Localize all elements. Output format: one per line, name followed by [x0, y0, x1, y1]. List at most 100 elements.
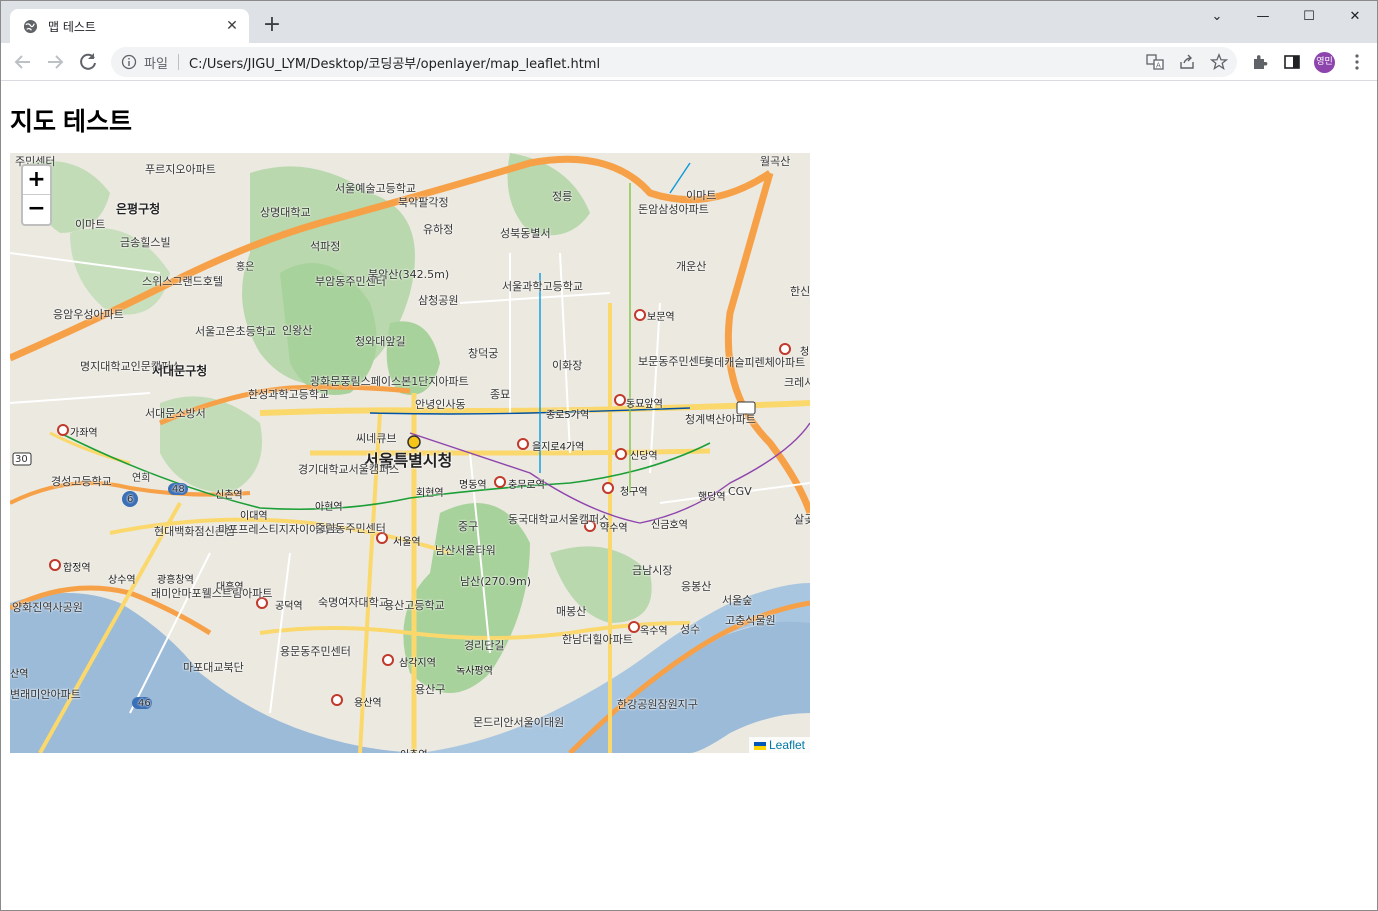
- map-label: 충무로역: [508, 480, 545, 491]
- page-heading: 지도 테스트: [10, 108, 132, 136]
- map-label: 청계벽산아파트: [685, 413, 756, 426]
- map-label: 개운산: [676, 260, 707, 273]
- map-label: 크레셔: [784, 376, 810, 389]
- map-label: 숙명여자대학교: [318, 596, 389, 609]
- map-label: 신촌역: [215, 490, 243, 501]
- browser-window: 맵 테스트 ✕ + ⌄ — ☐ ✕ 파일 C:/Users/JIGU_LYM/D…: [0, 0, 1378, 911]
- map-label: 보문역: [647, 312, 675, 323]
- map-label: 회현역: [416, 488, 444, 499]
- map-label: 서울고은초등학교: [195, 325, 276, 338]
- map-label: 청량: [800, 347, 810, 358]
- back-arrow-icon[interactable]: [11, 50, 35, 74]
- map-label: 서대문소방서: [145, 407, 206, 420]
- share-icon[interactable]: [1178, 53, 1196, 71]
- leaflet-map[interactable]: 주민센터 푸르지오아파트 은평구청 이마트 금송힐스빌 홍은 스위스그랜드호텔 응암우성아파트…: [10, 153, 810, 753]
- reload-icon[interactable]: [76, 50, 100, 74]
- map-label: 46: [138, 698, 151, 709]
- map-label: 공덕역: [275, 601, 303, 612]
- address-separator: [178, 54, 179, 70]
- map-label: 경기대학교서울캠퍼스: [298, 463, 400, 476]
- side-panel-icon[interactable]: [1283, 53, 1301, 71]
- map-label: 푸르지오아파트: [145, 163, 216, 176]
- map-label: CGV: [728, 485, 752, 498]
- scheme-label: 파일: [144, 57, 168, 72]
- url-text[interactable]: C:/Users/JIGU_LYM/Desktop/코딩공부/openlayer…: [189, 53, 600, 72]
- tab-search-chevron-icon[interactable]: ⌄: [1194, 5, 1240, 29]
- map-label: 살곶체육: [794, 513, 810, 526]
- map-label: 이마트: [686, 189, 717, 202]
- map-label: 양화진역사공원: [12, 601, 83, 614]
- map-label: 한강공원잠원지구: [617, 698, 698, 711]
- extensions-icon[interactable]: [1251, 53, 1269, 71]
- map-label: 중림동주민센터: [315, 522, 386, 535]
- map-label: 안녕인사동: [415, 398, 466, 411]
- tab-strip: 맵 테스트 ✕ + ⌄ — ☐ ✕: [1, 1, 1377, 43]
- page-content: 지도 테스트 주민센터 푸르지오아파트 은평구청 이마트 금송힐스빌 홍은 스위…: [1, 82, 1377, 910]
- close-window-button[interactable]: ✕: [1332, 5, 1378, 29]
- new-tab-button[interactable]: +: [261, 14, 283, 37]
- map-label: 정릉: [552, 190, 573, 203]
- maximize-button[interactable]: ☐: [1286, 5, 1332, 29]
- map-label: 한남더힐아파트: [562, 633, 633, 646]
- map-label: 마포대교북단: [183, 661, 244, 674]
- info-icon[interactable]: [121, 54, 137, 70]
- ukraine-flag-icon: [753, 741, 766, 750]
- tab-map-test[interactable]: 맵 테스트 ✕: [10, 9, 249, 43]
- map-label: 가좌역: [70, 428, 98, 439]
- map-label: 산역: [10, 669, 29, 680]
- map-label: 삼각지역: [399, 658, 436, 669]
- zoom-in-button[interactable]: +: [23, 166, 50, 195]
- map-label: 금송힐스빌: [120, 236, 171, 249]
- zoom-out-button[interactable]: −: [23, 195, 50, 224]
- map-label: 월곡산: [760, 155, 791, 168]
- browser-toolbar: 파일 C:/Users/JIGU_LYM/Desktop/코딩공부/openla…: [1, 43, 1377, 81]
- map-label: 매봉산: [556, 605, 587, 618]
- map-label: 행당역: [698, 492, 726, 503]
- translate-icon[interactable]: A: [1146, 53, 1164, 71]
- minimize-button[interactable]: —: [1240, 5, 1286, 29]
- map-label: 남산(270.9m): [460, 575, 532, 588]
- map-label: 몬드리안서울이태원: [473, 716, 565, 729]
- profile-avatar[interactable]: 영민: [1314, 52, 1335, 73]
- map-label: 6: [127, 494, 134, 505]
- map-label: 스위스그랜드호텔: [142, 275, 223, 288]
- map-label: 이마트: [75, 218, 106, 231]
- map-label: 창덕궁: [468, 347, 499, 360]
- map-label: 명동역: [459, 480, 487, 491]
- tab-close-icon[interactable]: ✕: [223, 17, 241, 35]
- map-label: 돈암삼성아파트: [638, 203, 709, 216]
- map-label: 중구: [458, 520, 479, 533]
- star-icon[interactable]: [1210, 53, 1228, 71]
- map-label: 광화문풍림스페이스본1단지아파트: [310, 375, 469, 388]
- map-label: 래미안마포웰스트림아파트: [151, 587, 273, 600]
- map-label: 고충식물원: [725, 614, 776, 627]
- map-label: 성북동별서: [500, 227, 551, 240]
- map-label: 서울과학고등학교: [502, 280, 583, 293]
- map-label: 한신아: [790, 285, 810, 298]
- map-label: 성수: [680, 623, 701, 636]
- map-label: 이촌역: [400, 746, 428, 753]
- forward-arrow-icon[interactable]: [43, 50, 67, 74]
- kebab-menu-icon[interactable]: [1348, 52, 1366, 72]
- map-label: 옥수역: [640, 626, 668, 637]
- map-label: 롯데캐슬피렌체아파트: [704, 356, 806, 369]
- address-bar[interactable]: 파일 C:/Users/JIGU_LYM/Desktop/코딩공부/openla…: [111, 47, 1237, 77]
- map-label: 서울숲: [722, 594, 753, 607]
- map-label: 용산고등학교: [384, 599, 445, 612]
- map-label: 종로5가역: [546, 410, 590, 421]
- map-attribution: Leaflet: [748, 737, 810, 753]
- map-label: 신금호역: [651, 520, 688, 531]
- map-label: 상명대학교: [260, 206, 311, 219]
- map-label: 이대역: [240, 511, 268, 522]
- map-label: 금남시장: [632, 564, 673, 577]
- leaflet-link[interactable]: Leaflet: [769, 738, 805, 752]
- map-label: 인왕산: [282, 324, 313, 337]
- map-label: 삼청공원: [418, 294, 459, 307]
- map-label: 아현역: [315, 502, 343, 513]
- map-label: 약수역: [600, 523, 628, 534]
- map-label: 홍은: [236, 262, 255, 273]
- map-label: 남산서울타워: [435, 544, 496, 557]
- map-label: 석파정: [310, 240, 341, 253]
- map-label: 응봉산: [681, 580, 712, 593]
- map-label: 서울역: [393, 537, 421, 548]
